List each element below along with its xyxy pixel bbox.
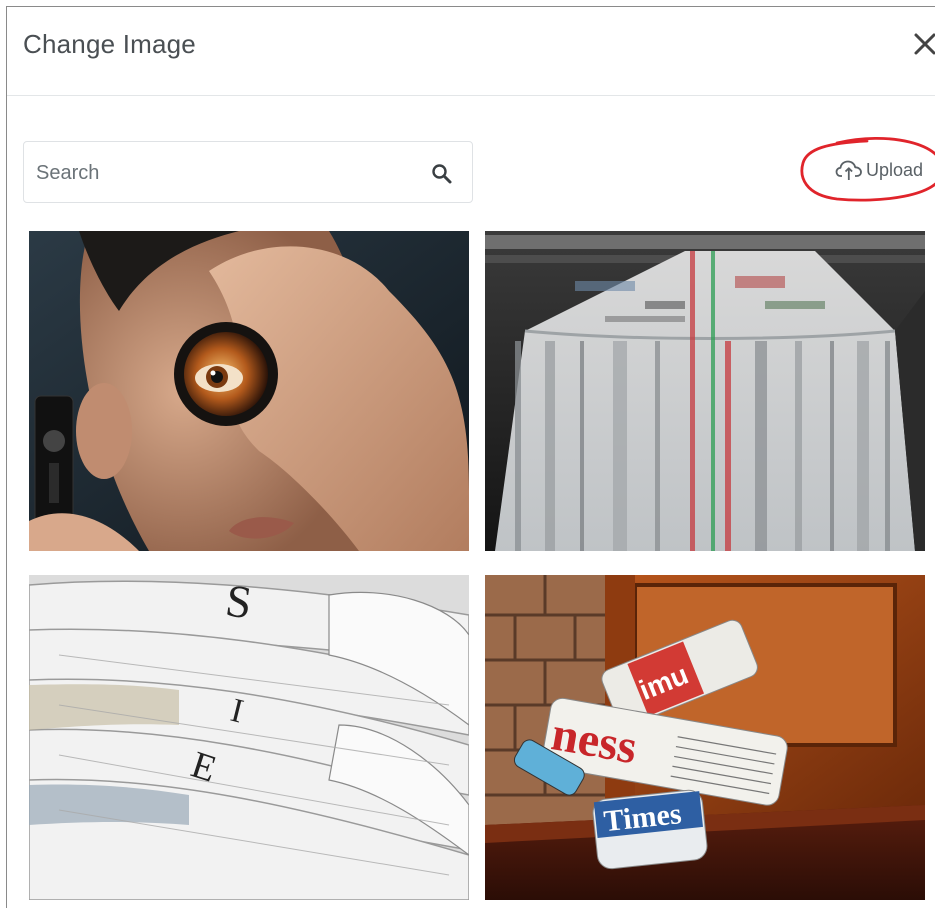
image-doorstep-newspapers: imu ness Times: [485, 575, 925, 900]
upload-button[interactable]: Upload: [835, 157, 923, 183]
close-button[interactable]: [910, 29, 935, 59]
search-icon[interactable]: [430, 162, 454, 186]
image-printing-press: [485, 231, 925, 551]
image-tile-newspaper-stack[interactable]: S I E: [29, 575, 469, 900]
dialog-header: Change Image: [7, 7, 935, 96]
image-tile-doorstep-newspapers[interactable]: imu ness Times: [485, 575, 925, 900]
dialog-title: Change Image: [23, 29, 196, 59]
image-eye-magnifier: [29, 231, 469, 551]
change-image-dialog: Change Image Upload: [6, 6, 935, 908]
cloud-upload-icon: [835, 160, 862, 180]
search-input[interactable]: [34, 152, 418, 194]
upload-label: Upload: [866, 159, 924, 180]
image-tile-printing-press[interactable]: [485, 231, 925, 551]
image-tile-eye-magnifier[interactable]: [29, 231, 469, 551]
image-newspaper-stack: S I E: [29, 575, 469, 900]
search-box: [23, 141, 473, 203]
close-icon: [914, 33, 935, 55]
